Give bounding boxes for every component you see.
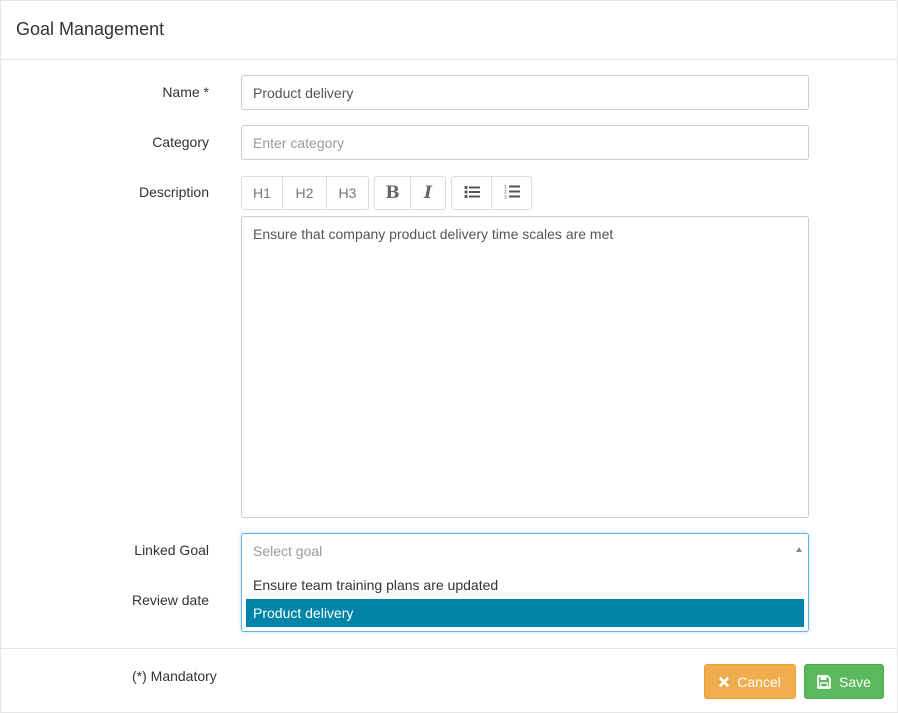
save-button-label: Save — [839, 673, 871, 690]
category-input[interactable] — [241, 125, 809, 160]
save-button[interactable]: Save — [804, 664, 884, 699]
linked-goal-option-highlighted[interactable]: Product delivery — [246, 599, 804, 627]
numbered-list-button[interactable]: 1 2 3 — [492, 177, 531, 209]
linked-goal-label: Linked Goal — [134, 542, 209, 558]
bold-button[interactable]: B — [375, 177, 411, 209]
cancel-button-label: Cancel — [737, 673, 781, 690]
linked-goal-placeholder: Select goal — [253, 543, 323, 559]
category-label: Category — [152, 134, 209, 150]
close-icon — [719, 676, 730, 687]
numbered-list-icon: 1 2 3 — [504, 184, 520, 202]
h2-button[interactable]: H2 — [283, 177, 327, 209]
bulleted-list-icon — [463, 185, 480, 202]
goal-management-modal: Goal Management Name * Category Descript… — [0, 0, 898, 713]
floppy-disk-icon — [817, 674, 831, 689]
name-input[interactable] — [241, 75, 809, 110]
heading-button-group: H1 H2 H3 — [241, 176, 369, 210]
name-label: Name * — [162, 84, 209, 100]
description-label: Description — [138, 184, 209, 200]
modal-header: Goal Management — [1, 1, 897, 60]
bulleted-list-button[interactable] — [452, 177, 492, 209]
h3-button[interactable]: H3 — [327, 177, 368, 209]
list-button-group: 1 2 3 — [451, 176, 532, 210]
modal-title: Goal Management — [16, 19, 165, 39]
modal-footer: (*) Mandatory Cancel Save — [1, 648, 897, 712]
italic-button[interactable]: I — [411, 177, 445, 209]
description-textarea[interactable]: Ensure that company product delivery tim… — [241, 216, 809, 518]
linked-goal-select-head[interactable]: Select goal — [242, 534, 808, 568]
linked-goal-option[interactable]: Ensure team training plans are updated — [246, 571, 804, 599]
mandatory-note: (*) Mandatory — [132, 668, 217, 684]
h1-button[interactable]: H1 — [242, 177, 283, 209]
linked-goal-select[interactable]: Select goal Ensure team training plans a… — [241, 533, 809, 632]
cancel-button[interactable]: Cancel — [704, 664, 796, 699]
format-button-group: B I — [374, 176, 446, 210]
caret-up-icon[interactable] — [796, 547, 802, 552]
svg-text:3: 3 — [504, 195, 507, 200]
review-date-label: Review date — [131, 592, 209, 608]
